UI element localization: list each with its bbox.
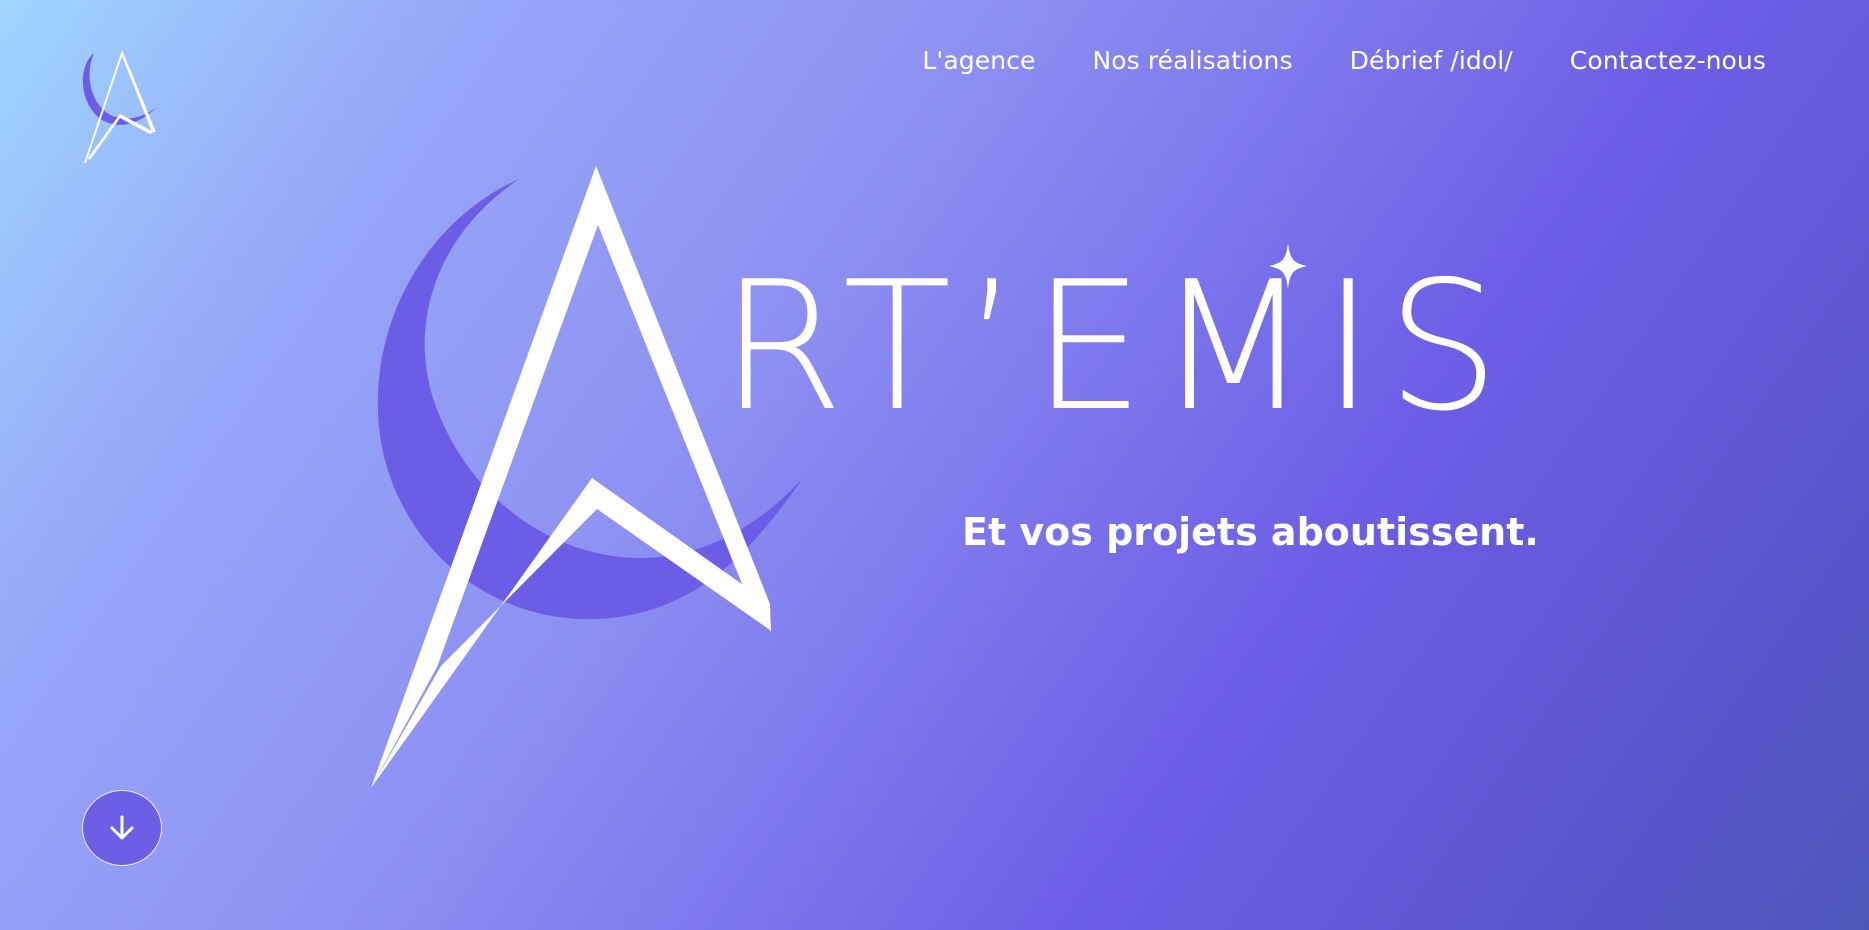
nav-item-agence[interactable]: L'agence <box>922 46 1035 75</box>
main-nav: L'agence Nos réalisations Débrief /idol/… <box>922 46 1766 75</box>
scroll-down-button[interactable] <box>82 790 162 866</box>
artemis-logo-icon[interactable] <box>80 48 162 164</box>
brand-wordmark: RT’EMIS <box>720 243 1512 450</box>
nav-item-realisations[interactable]: Nos réalisations <box>1092 46 1292 75</box>
nav-item-debrief[interactable]: Débrief /idol/ <box>1350 46 1513 75</box>
arrow-down-icon <box>110 815 134 840</box>
hero-section: L'agence Nos réalisations Débrief /idol/… <box>0 0 1869 930</box>
nav-item-contact[interactable]: Contactez-nous <box>1570 46 1766 75</box>
hero-tagline: Et vos projets aboutissent. <box>962 510 1539 554</box>
